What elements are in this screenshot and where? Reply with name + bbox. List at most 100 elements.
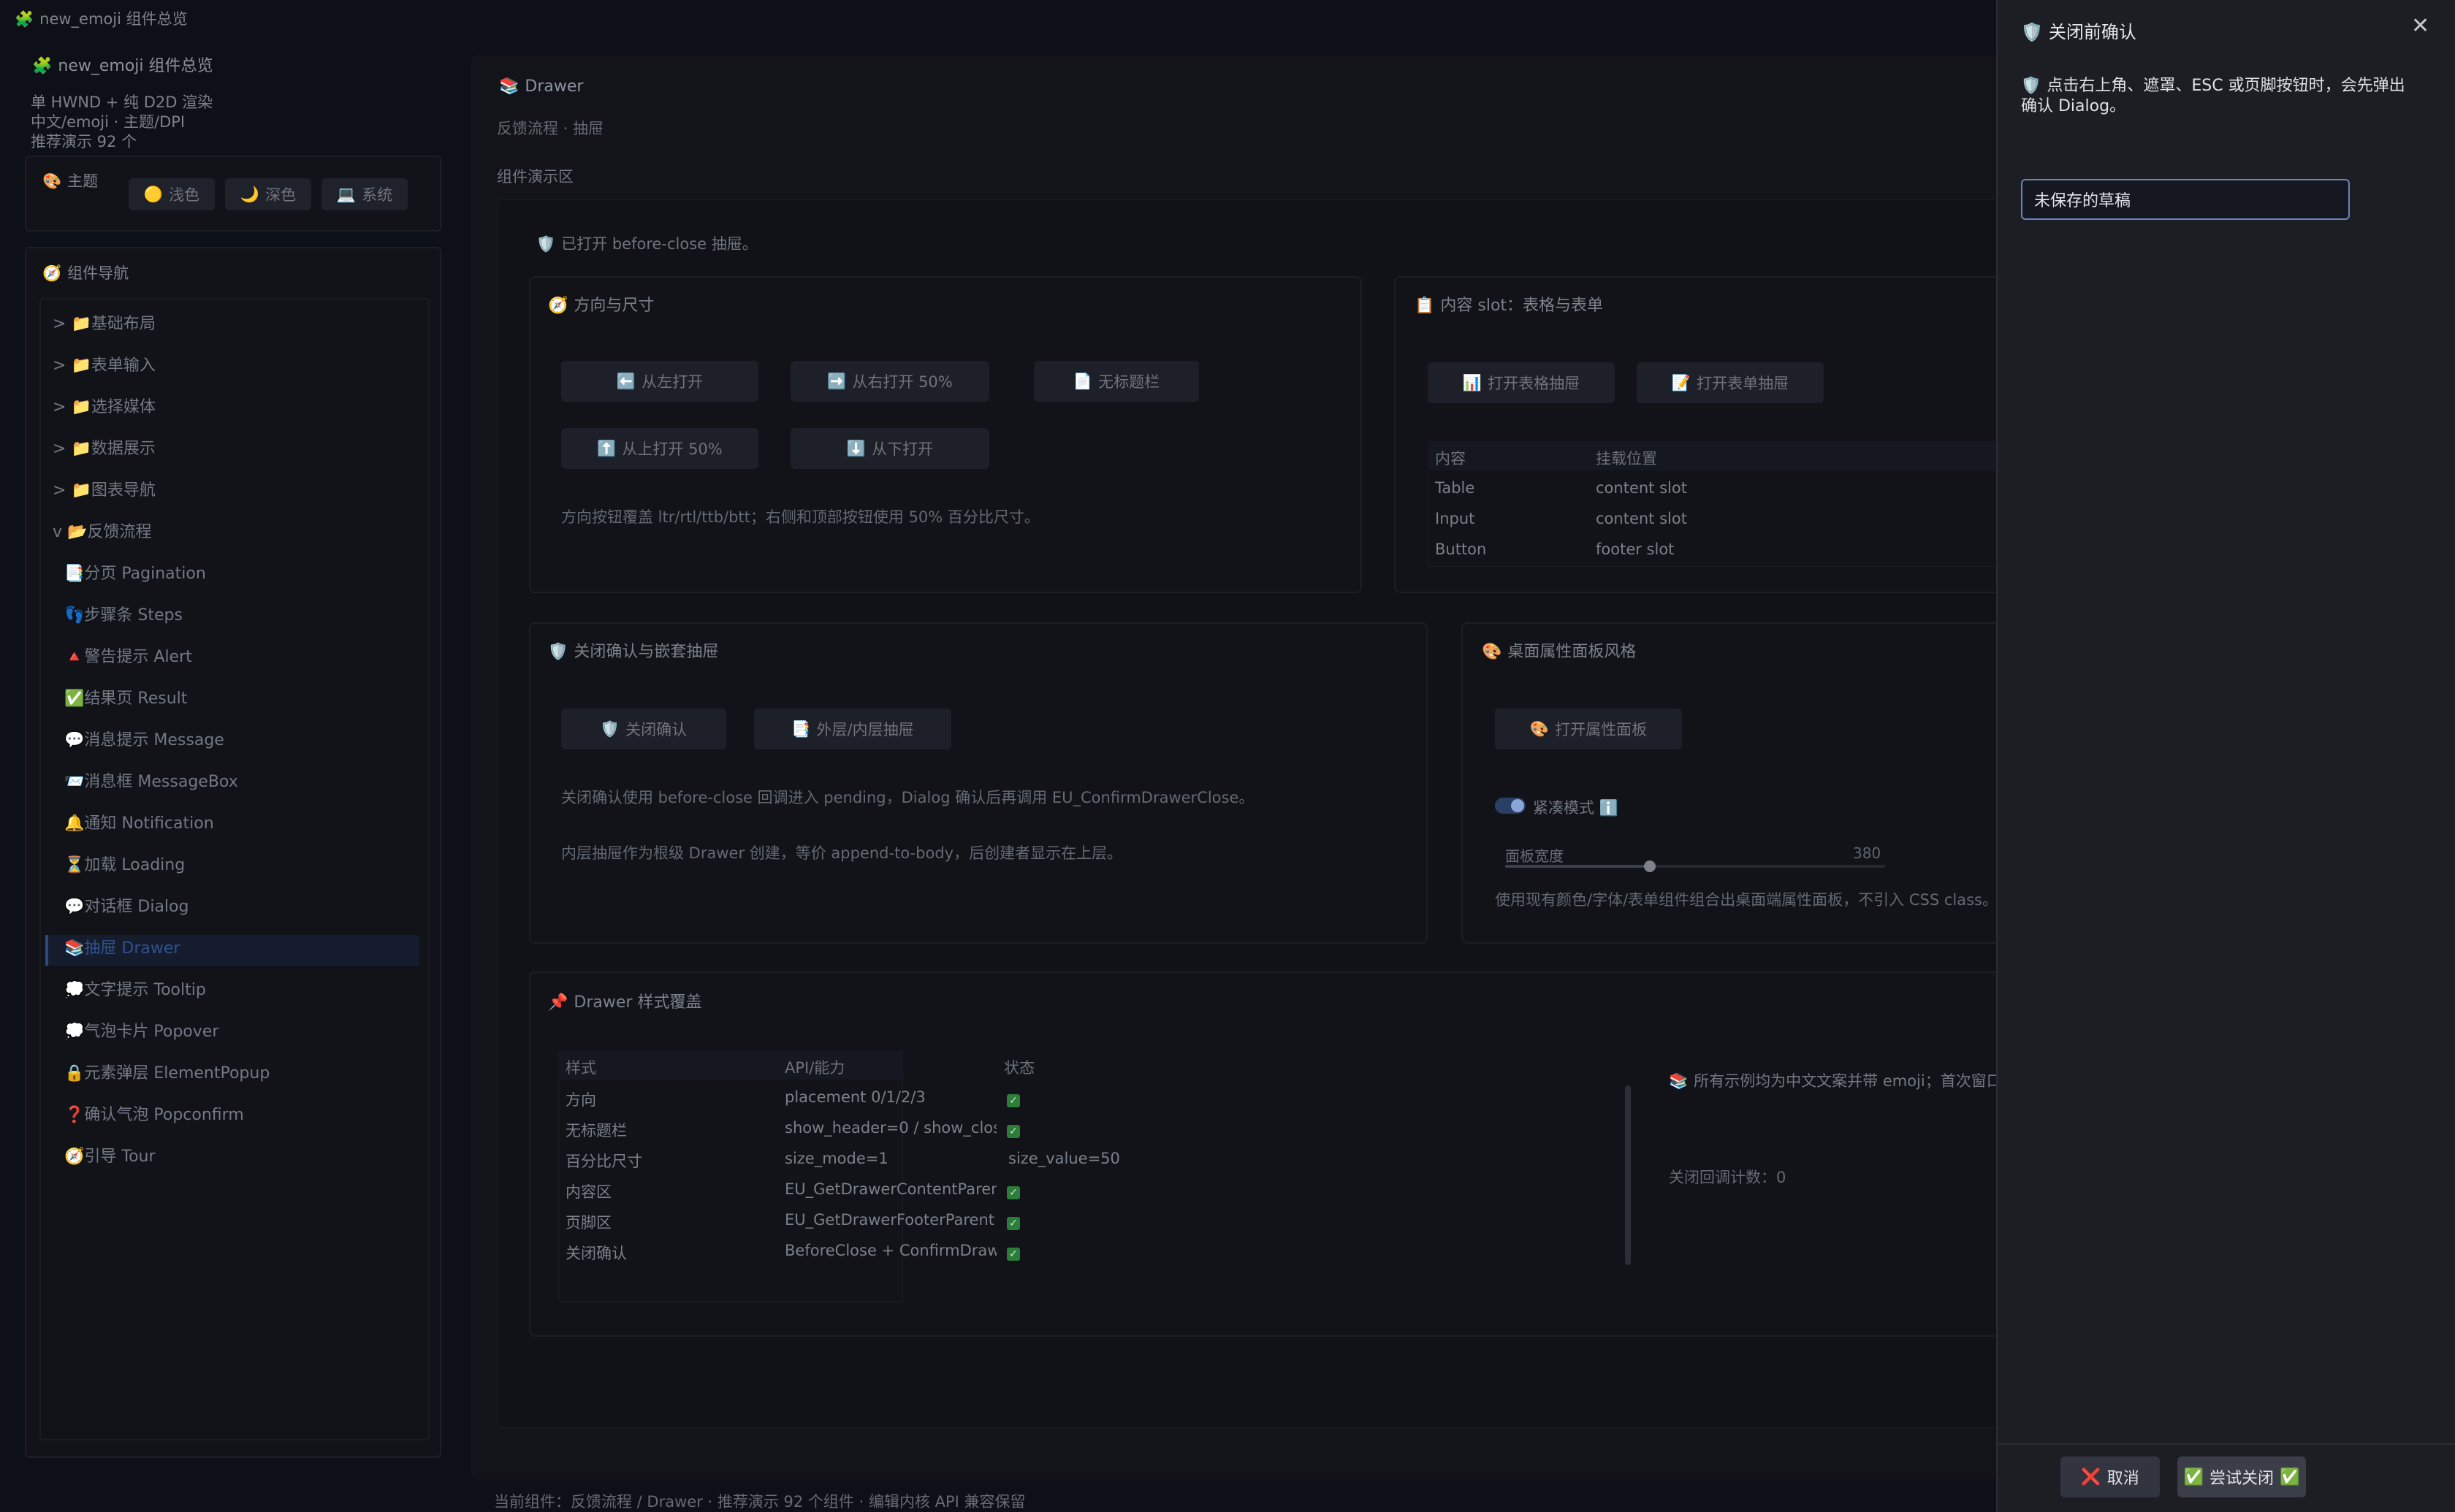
nav-group-feedback[interactable]: v 📂反馈流程 bbox=[53, 519, 151, 546]
close-icon: ❌ bbox=[2081, 1467, 2101, 1486]
slot-title: 📋 内容 slot：表格与表单 bbox=[1415, 297, 1604, 315]
open-left-button[interactable]: ⬅️ 从左打开 bbox=[561, 361, 758, 402]
folder-icon: 📁 bbox=[71, 356, 91, 375]
arrow-left-icon: ⬅️ bbox=[616, 372, 636, 390]
check-icon: ✅ bbox=[2280, 1467, 2300, 1486]
nav-title: 🧭 组件导航 bbox=[42, 264, 129, 282]
envelope-icon: 📨 bbox=[64, 773, 85, 791]
nav-item-pagination[interactable]: 📑分页 Pagination bbox=[64, 561, 206, 587]
status-check: ✓ bbox=[1007, 1243, 1020, 1261]
shield-icon: 🛡️ bbox=[2021, 77, 2041, 95]
page-title: 📚 Drawer bbox=[499, 77, 584, 96]
direction-note: 方向按钮覆盖 ltr/rtl/ttb/btt；右侧和顶部按钮使用 50% 百分比… bbox=[561, 508, 1040, 526]
table-row: content slot bbox=[1596, 479, 1687, 497]
nav-item-notification[interactable]: 🔔通知 Notification bbox=[64, 811, 214, 837]
folder-icon: 📁 bbox=[71, 440, 91, 458]
folder-icon: 📁 bbox=[71, 315, 91, 333]
toggle-knob bbox=[1511, 799, 1524, 812]
width-slider-track[interactable] bbox=[1505, 860, 1885, 872]
table-row: 关闭确认 bbox=[566, 1245, 627, 1262]
nav-item-tour[interactable]: 🧭引导 Tour bbox=[64, 1144, 156, 1170]
table-row: EU_GetDrawerContentParent bbox=[785, 1180, 997, 1198]
open-bottom-button[interactable]: ⬇️ 从下打开 bbox=[791, 428, 989, 469]
compass-icon: 🧭 bbox=[64, 1148, 85, 1166]
palette-icon: 🎨 bbox=[1529, 719, 1550, 738]
theme-light-button[interactable]: 🟡 浅色 bbox=[129, 178, 215, 210]
width-slider-handle[interactable] bbox=[1643, 860, 1656, 872]
table-row: size_value=50 bbox=[1008, 1150, 1120, 1167]
demo-area-label: 组件演示区 bbox=[497, 168, 574, 186]
drawer-panel bbox=[1996, 0, 2455, 1512]
arrow-up-icon: ⬆️ bbox=[597, 439, 617, 457]
drawer-try-close-button[interactable]: ✅ 尝试关闭 ✅ bbox=[2177, 1456, 2306, 1497]
confirm-card bbox=[529, 622, 1428, 944]
open-top-button[interactable]: ⬆️ 从上打开 50% bbox=[561, 428, 758, 469]
drawer-close-button[interactable]: ✕ bbox=[2411, 13, 2429, 39]
message-icon: 💬 bbox=[64, 731, 85, 749]
coverage-side-note: 📚 所有示例均为中文文案并带 emoji；首次窗口 bbox=[1669, 1072, 2002, 1090]
draft-input[interactable] bbox=[2021, 179, 2350, 220]
nav-item-steps[interactable]: 👣步骤条 Steps bbox=[64, 603, 183, 629]
coverage-scrollbar[interactable] bbox=[1625, 1085, 1631, 1265]
width-slider-fill bbox=[1505, 865, 1650, 868]
status-check: ✓ bbox=[1007, 1090, 1020, 1107]
nav-item-dialog[interactable]: 💬对话框 Dialog bbox=[64, 894, 189, 920]
folder-icon: 📁 bbox=[71, 481, 91, 500]
close-confirm-button[interactable]: 🛡️ 关闭确认 bbox=[561, 709, 726, 749]
layers-icon: 📑 bbox=[791, 719, 811, 738]
nav-item-messagebox[interactable]: 📨消息框 MessageBox bbox=[64, 769, 238, 795]
clipboard-icon: 📋 bbox=[1415, 297, 1435, 315]
nav-item-tooltip[interactable]: 💭文字提示 Tooltip bbox=[64, 977, 206, 1004]
nav-group-media[interactable]: > 📁选择媒体 bbox=[53, 394, 156, 421]
bubble-icon: 💭 bbox=[64, 981, 85, 999]
app-icon: 🧩 bbox=[15, 10, 34, 28]
open-right-button[interactable]: ➡️ 从右打开 50% bbox=[791, 361, 989, 402]
open-table-drawer-button[interactable]: 📊 打开表格抽屉 bbox=[1428, 362, 1615, 403]
arrow-down-icon: ⬇️ bbox=[846, 439, 867, 457]
shield-icon: 🛡️ bbox=[536, 235, 556, 253]
nav-item-result[interactable]: ✅结果页 Result bbox=[64, 686, 187, 712]
table-row: 无标题栏 bbox=[566, 1122, 627, 1139]
drawer-cancel-button[interactable]: ❌ 取消 bbox=[2060, 1456, 2160, 1497]
info-icon: ℹ️ bbox=[1599, 799, 1618, 817]
slot-table-header bbox=[1428, 441, 1998, 470]
table-row: content slot bbox=[1596, 510, 1687, 527]
sidebar-title: 🧩 new_emoji 组件总览 bbox=[32, 57, 213, 75]
close-icon: ✕ bbox=[2411, 13, 2430, 39]
table-row: Button bbox=[1435, 541, 1487, 558]
nav-item-drawer[interactable]: 📚抽屉 Drawer bbox=[64, 936, 180, 962]
nested-drawer-button[interactable]: 📑 外层/内层抽屉 bbox=[754, 709, 951, 749]
no-header-button[interactable]: 📄 无标题栏 bbox=[1034, 361, 1199, 402]
open-props-button[interactable]: 🎨 打开属性面板 bbox=[1495, 709, 1682, 749]
nav-group-form[interactable]: > 📁表单输入 bbox=[53, 353, 156, 379]
moon-icon: 🌙 bbox=[240, 185, 260, 203]
books-icon: 📚 bbox=[1669, 1072, 1689, 1090]
compact-toggle[interactable] bbox=[1495, 798, 1526, 814]
theme-system-button[interactable]: 💻 系统 bbox=[321, 178, 408, 210]
nav-group-data[interactable]: > 📁数据展示 bbox=[53, 436, 156, 462]
coverage-header-api: API/能力 bbox=[785, 1059, 845, 1077]
confirm-note-1: 关闭确认使用 before-close 回调进入 pending，Dialog … bbox=[561, 789, 1255, 806]
width-slider-value: 380 bbox=[1853, 844, 1881, 862]
sidebar-desc-3: 推荐演示 92 个 bbox=[31, 133, 137, 150]
nav-item-popover[interactable]: 💭气泡卡片 Popover bbox=[64, 1019, 218, 1045]
nav-item-message[interactable]: 💬消息提示 Message bbox=[64, 728, 224, 754]
folder-icon: 📁 bbox=[71, 398, 91, 416]
theme-title: 🎨 主题 bbox=[42, 172, 99, 190]
page-icon: 📄 bbox=[1073, 372, 1093, 390]
open-form-drawer-button[interactable]: 📝 打开表单抽屉 bbox=[1637, 362, 1824, 403]
theme-dark-button[interactable]: 🌙 深色 bbox=[225, 178, 311, 210]
monitor-icon: 💻 bbox=[336, 185, 357, 203]
direction-title: 🧭 方向与尺寸 bbox=[548, 297, 655, 315]
nav-item-popconfirm[interactable]: ❓确认气泡 Popconfirm bbox=[64, 1102, 244, 1129]
status-check: ✓ bbox=[1007, 1182, 1020, 1199]
nav-group-layout[interactable]: > 📁基础布局 bbox=[53, 311, 156, 337]
nav-item-alert[interactable]: 🔺警告提示 Alert bbox=[64, 644, 192, 671]
coverage-header-state: 状态 bbox=[1004, 1059, 1035, 1077]
props-title: 🎨 桌面属性面板风格 bbox=[1482, 643, 1637, 661]
table-row: show_header=0 / show_close bbox=[785, 1119, 997, 1137]
table-row: Table bbox=[1435, 479, 1475, 497]
nav-item-elementpopup[interactable]: 🔒元素弹层 ElementPopup bbox=[64, 1061, 270, 1087]
nav-item-loading[interactable]: ⏳加载 Loading bbox=[64, 852, 185, 879]
nav-group-chart[interactable]: > 📁图表导航 bbox=[53, 478, 156, 504]
